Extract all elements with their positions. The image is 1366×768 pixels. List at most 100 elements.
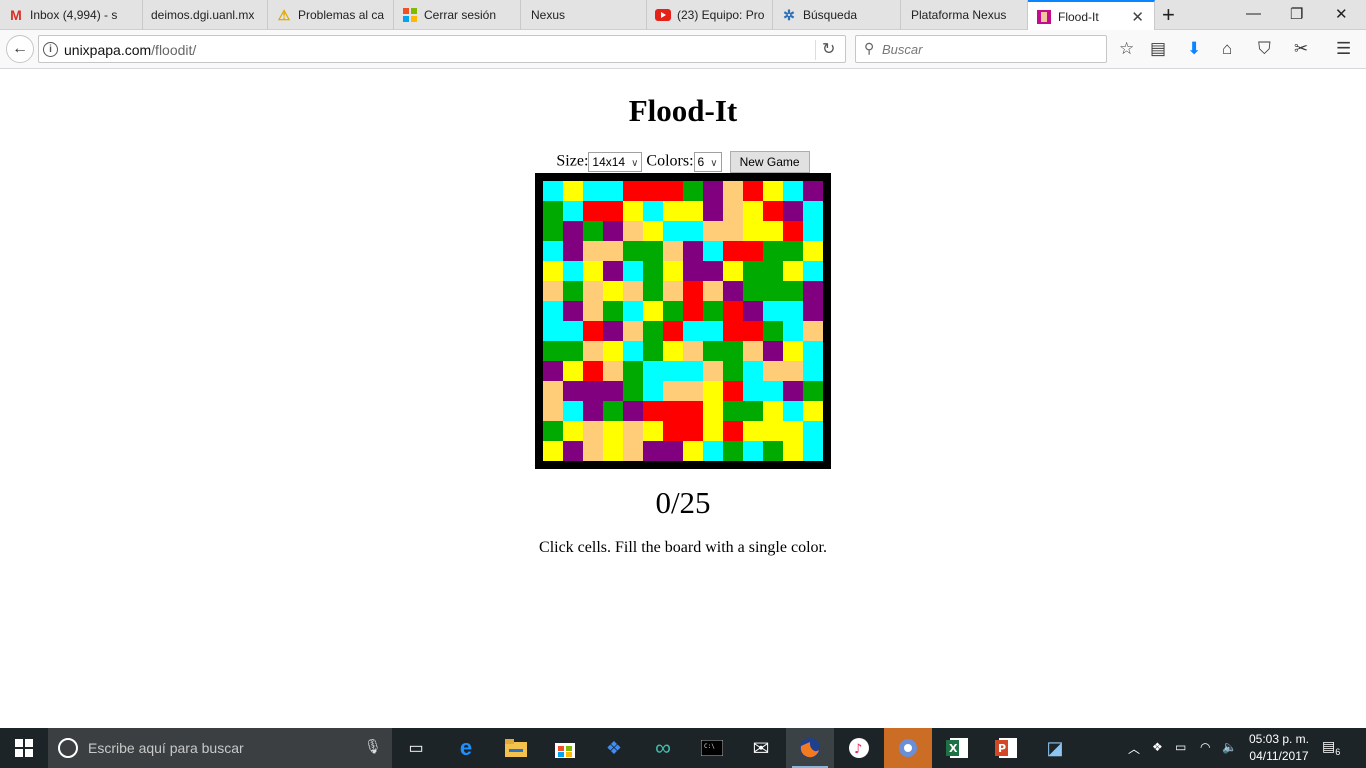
dropbox-tray-icon[interactable]: ❖: [1152, 740, 1163, 754]
board-cell[interactable]: [763, 221, 783, 241]
board-cell[interactable]: [643, 301, 663, 321]
board-cell[interactable]: [603, 221, 623, 241]
board-cell[interactable]: [683, 381, 703, 401]
board-cell[interactable]: [703, 201, 723, 221]
board-cell[interactable]: [743, 441, 763, 461]
board-cell[interactable]: [763, 321, 783, 341]
board-cell[interactable]: [563, 281, 583, 301]
board-cell[interactable]: [603, 401, 623, 421]
minimize-icon[interactable]: —: [1246, 5, 1261, 22]
board-cell[interactable]: [763, 381, 783, 401]
board-cell[interactable]: [763, 361, 783, 381]
system-clock[interactable]: 05:03 p. m. 04/11/2017: [1244, 731, 1314, 765]
powerpoint-icon[interactable]: P: [982, 728, 1030, 768]
board-cell[interactable]: [763, 241, 783, 261]
board-cell[interactable]: [723, 221, 743, 241]
board-cell[interactable]: [723, 301, 743, 321]
board-cell[interactable]: [663, 241, 683, 261]
board-cell[interactable]: [803, 181, 823, 201]
board-cell[interactable]: [703, 301, 723, 321]
board-cell[interactable]: [643, 341, 663, 361]
close-tab-icon[interactable]: ✕: [1131, 8, 1144, 26]
url-bar[interactable]: i unixpapa.com/floodit/ ↻: [38, 35, 846, 63]
board-cell[interactable]: [583, 401, 603, 421]
search-bar[interactable]: ⚲ Buscar: [855, 35, 1107, 63]
board-cell[interactable]: [563, 341, 583, 361]
board-cell[interactable]: [643, 221, 663, 241]
board-cell[interactable]: [603, 281, 623, 301]
arduino-icon[interactable]: ∞: [639, 728, 687, 768]
board-cell[interactable]: [743, 421, 763, 441]
board-cell[interactable]: [623, 201, 643, 221]
tab-problemas[interactable]: ⚠ Problemas al ca: [268, 0, 394, 30]
board-cell[interactable]: [543, 301, 563, 321]
board-cell[interactable]: [583, 181, 603, 201]
board-cell[interactable]: [603, 341, 623, 361]
board-cell[interactable]: [703, 341, 723, 361]
board-cell[interactable]: [603, 181, 623, 201]
board-cell[interactable]: [623, 241, 643, 261]
tab-cerrar-sesion[interactable]: Cerrar sesión: [394, 0, 521, 30]
board-cell[interactable]: [583, 381, 603, 401]
board-cell[interactable]: [623, 381, 643, 401]
board-cell[interactable]: [763, 341, 783, 361]
board-cell[interactable]: [583, 361, 603, 381]
board-cell[interactable]: [623, 301, 643, 321]
board-cell[interactable]: [563, 221, 583, 241]
board-cell[interactable]: [583, 421, 603, 441]
tab-busqueda[interactable]: ✲ Búsqueda: [773, 0, 901, 30]
board-cell[interactable]: [723, 401, 743, 421]
board-cell[interactable]: [743, 381, 763, 401]
board-cell[interactable]: [723, 381, 743, 401]
board-cell[interactable]: [803, 341, 823, 361]
tab-flood-it[interactable]: Flood-It ✕: [1028, 0, 1155, 31]
reload-icon[interactable]: ↻: [822, 39, 835, 59]
tab-plataforma-nexus[interactable]: Plataforma Nexus: [901, 0, 1028, 30]
board-cell[interactable]: [543, 421, 563, 441]
board-cell[interactable]: [583, 441, 603, 461]
board-cell[interactable]: [723, 241, 743, 261]
edge-icon[interactable]: e: [442, 728, 490, 768]
board-cell[interactable]: [783, 361, 803, 381]
board-cell[interactable]: [683, 401, 703, 421]
board-cell[interactable]: [783, 341, 803, 361]
board-cell[interactable]: [723, 361, 743, 381]
board-cell[interactable]: [663, 381, 683, 401]
mail-icon[interactable]: ✉: [737, 728, 785, 768]
board-cell[interactable]: [603, 441, 623, 461]
board-cell[interactable]: [803, 421, 823, 441]
board-cell[interactable]: [763, 181, 783, 201]
board-cell[interactable]: [643, 201, 663, 221]
board-cell[interactable]: [543, 261, 563, 281]
board-cell[interactable]: [623, 281, 643, 301]
board-cell[interactable]: [683, 221, 703, 241]
size-select[interactable]: 14x14 ∨: [588, 152, 643, 172]
board-cell[interactable]: [723, 321, 743, 341]
board-cell[interactable]: [563, 201, 583, 221]
board-cell[interactable]: [803, 301, 823, 321]
board-cell[interactable]: [723, 281, 743, 301]
board-cell[interactable]: [783, 321, 803, 341]
board-cell[interactable]: [583, 241, 603, 261]
board-cell[interactable]: [783, 181, 803, 201]
board-cell[interactable]: [743, 201, 763, 221]
board-cell[interactable]: [783, 241, 803, 261]
board-cell[interactable]: [543, 341, 563, 361]
board-cell[interactable]: [603, 201, 623, 221]
windows-start-icon[interactable]: [0, 728, 48, 768]
board-cell[interactable]: [663, 301, 683, 321]
board-cell[interactable]: [703, 221, 723, 241]
app-active-icon[interactable]: [884, 728, 932, 768]
board-cell[interactable]: [723, 201, 743, 221]
tab-youtube[interactable]: (23) Equipo: Pro: [647, 0, 773, 30]
tab-gmail[interactable]: M Inbox (4,994) - s: [0, 0, 143, 30]
board-cell[interactable]: [583, 301, 603, 321]
menu-icon[interactable]: ☰: [1336, 39, 1351, 59]
new-game-button[interactable]: New Game: [729, 151, 810, 173]
board-cell[interactable]: [563, 301, 583, 321]
board-cell[interactable]: [683, 301, 703, 321]
board-cell[interactable]: [543, 401, 563, 421]
pocket-icon[interactable]: ⛉: [1258, 39, 1271, 59]
board-cell[interactable]: [603, 321, 623, 341]
board-cell[interactable]: [663, 361, 683, 381]
